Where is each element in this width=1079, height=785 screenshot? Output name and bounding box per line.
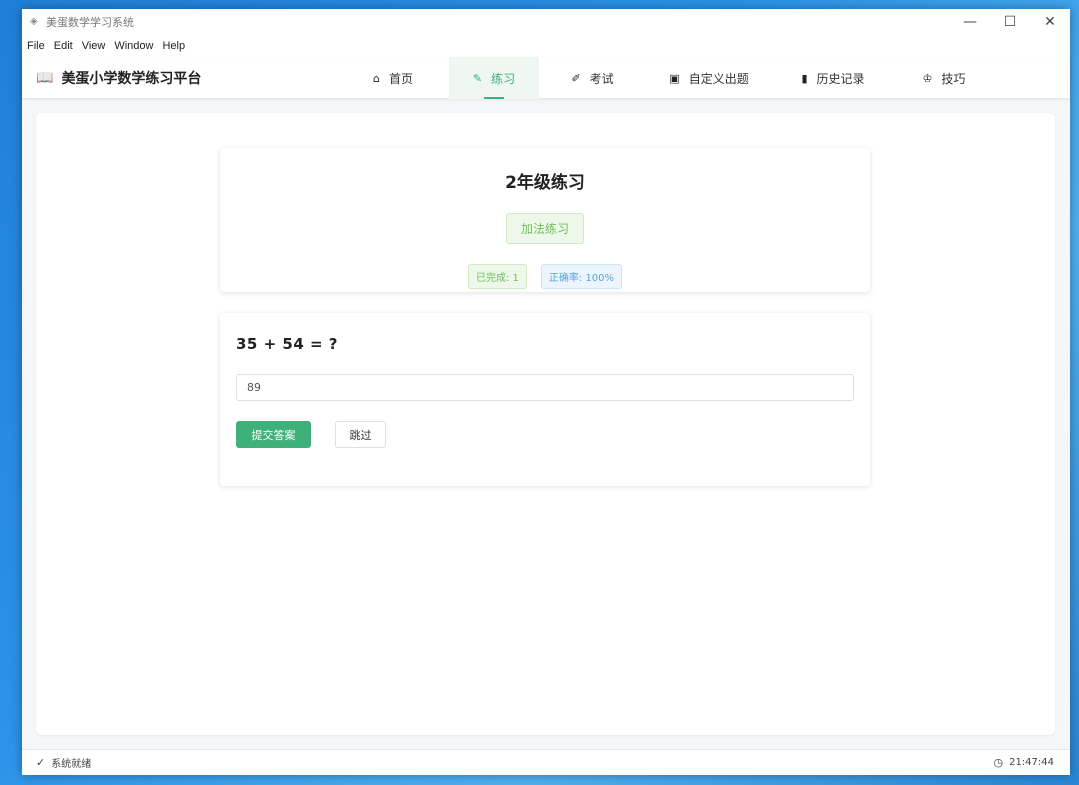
nav-label: 考试 — [589, 71, 614, 86]
main-card: 2年级练习 加法练习 已完成: 1 正确率: 100% 35 + 54 = ? … — [36, 113, 1055, 735]
minimize-button[interactable]: — — [950, 9, 990, 35]
check-circle-icon: ✓ — [36, 756, 46, 769]
submit-answer-button[interactable]: 提交答案 — [236, 421, 311, 448]
nav-label: 历史记录 — [816, 71, 865, 86]
content-area: 2年级练习 加法练习 已完成: 1 正确率: 100% 35 + 54 = ? … — [22, 99, 1070, 749]
edit-square-icon: ✐ — [571, 71, 581, 85]
practice-title: 2年级练习 — [505, 173, 585, 193]
nav-item-history[interactable]: ▮ 历史记录 — [772, 57, 894, 99]
window-title: 美蛋数学学习系统 — [46, 16, 134, 29]
nav-item-practice[interactable]: ✎ 练习 — [449, 57, 539, 99]
nav-menu: ⌂ 首页 ✎ 练习 ✐ 考试 ▣ 自定义出题 ▮ 历史记录 ♔ 技巧 — [337, 57, 994, 99]
nav-item-home[interactable]: ⌂ 首页 — [337, 57, 449, 99]
app-window: ◈ 美蛋数学学习系统 — ☐ ✕ File Edit View Window H… — [22, 9, 1070, 775]
image-icon: ▣ — [669, 71, 680, 85]
answer-input[interactable] — [236, 374, 854, 401]
menu-file[interactable]: File — [27, 40, 45, 52]
question-actions: 提交答案 跳过 — [236, 421, 854, 448]
menu-edit[interactable]: Edit — [54, 40, 73, 52]
nav-item-custom[interactable]: ▣ 自定义出题 — [646, 57, 772, 99]
close-button[interactable]: ✕ — [1030, 9, 1070, 35]
practice-mode-badge: 加法练习 — [505, 213, 584, 244]
maximize-button[interactable]: ☐ — [990, 9, 1030, 35]
question-text: 35 + 54 = ? — [236, 335, 338, 353]
accuracy-tag: 正确率: 100% — [540, 264, 623, 289]
brand: 📖 美蛋小学数学练习平台 — [22, 68, 362, 88]
menu-view[interactable]: View — [82, 40, 106, 52]
brand-name: 美蛋小学数学练习平台 — [61, 70, 202, 87]
practice-stats: 已完成: 1 正确率: 100% — [220, 264, 870, 289]
book-icon: 📖 — [36, 69, 54, 86]
question-card: 35 + 54 = ? 提交答案 跳过 — [220, 313, 870, 486]
practice-info-card: 2年级练习 加法练习 已完成: 1 正确率: 100% — [220, 148, 870, 292]
nav-label: 自定义出题 — [688, 71, 749, 86]
top-navbar: 📖 美蛋小学数学练习平台 ⌂ 首页 ✎ 练习 ✐ 考试 ▣ 自定义出题 ▮ 历史 — [22, 57, 1070, 99]
skip-button[interactable]: 跳过 — [335, 421, 386, 448]
title-bar: ◈ 美蛋数学学习系统 — ☐ ✕ — [22, 9, 1070, 35]
nav-item-exam[interactable]: ✐ 考试 — [539, 57, 646, 99]
clock-icon: ◷ — [993, 756, 1004, 769]
status-time: 21:47:44 — [1009, 757, 1054, 768]
menu-window[interactable]: Window — [114, 40, 153, 52]
nav-label: 技巧 — [941, 71, 966, 86]
menu-bar: File Edit View Window Help — [22, 35, 1070, 57]
bar-chart-icon: ▮ — [801, 71, 808, 85]
completed-tag: 已完成: 1 — [467, 264, 527, 289]
app-icon: ◈ — [30, 16, 38, 27]
home-icon: ⌂ — [373, 71, 380, 85]
status-text: 系统就绪 — [51, 759, 92, 770]
edit-icon: ✎ — [472, 71, 483, 85]
nav-label: 首页 — [388, 71, 413, 86]
trophy-icon: ♔ — [922, 71, 933, 85]
menu-help[interactable]: Help — [162, 40, 185, 52]
nav-item-tips[interactable]: ♔ 技巧 — [894, 57, 994, 99]
nav-label: 练习 — [491, 71, 516, 86]
status-bar: ✓ 系统就绪 ◷ 21:47:44 — [22, 749, 1070, 775]
